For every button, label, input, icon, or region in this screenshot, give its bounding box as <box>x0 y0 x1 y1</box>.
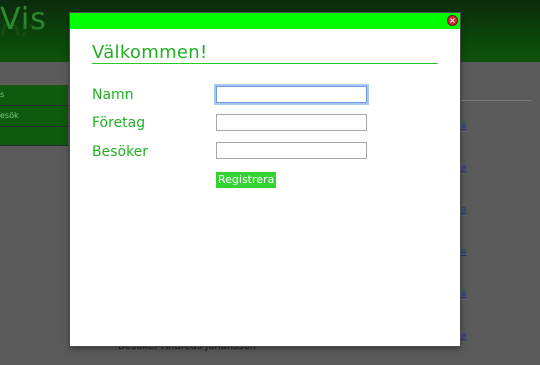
dialog-title-bar: × <box>70 13 460 29</box>
content-divider <box>460 100 532 101</box>
visitor-link[interactable]: a <box>461 247 467 257</box>
sidebar-item-3[interactable] <box>0 127 68 146</box>
visitor-link[interactable]: a <box>461 289 467 299</box>
name-input[interactable] <box>216 86 367 103</box>
visiting-input[interactable] <box>216 142 367 159</box>
visitor-link[interactable]: a <box>461 205 467 215</box>
dialog-title: Välkommen! <box>92 42 208 63</box>
title-divider <box>92 63 438 64</box>
name-label: Namn <box>92 87 134 103</box>
welcome-dialog: × Välkommen! Namn Företag Besöker Regist… <box>70 13 460 346</box>
sidebar-item-1[interactable]: s <box>0 85 68 106</box>
visitor-link[interactable]: a <box>461 331 467 341</box>
sidebar-item-label: s <box>0 90 5 99</box>
close-icon[interactable]: × <box>447 15 458 26</box>
sidebar-item-label: esök <box>0 111 19 120</box>
visiting-label: Besöker <box>92 144 149 160</box>
company-input[interactable] <box>216 114 367 131</box>
visitor-link[interactable]: a <box>461 163 467 173</box>
visitor-link[interactable]: a <box>461 121 467 131</box>
sidebar-item-2[interactable]: esök <box>0 106 68 127</box>
app-logo-reflection: Vis <box>0 24 44 40</box>
company-label: Företag <box>92 115 146 131</box>
register-button[interactable]: Registrera <box>216 172 277 188</box>
